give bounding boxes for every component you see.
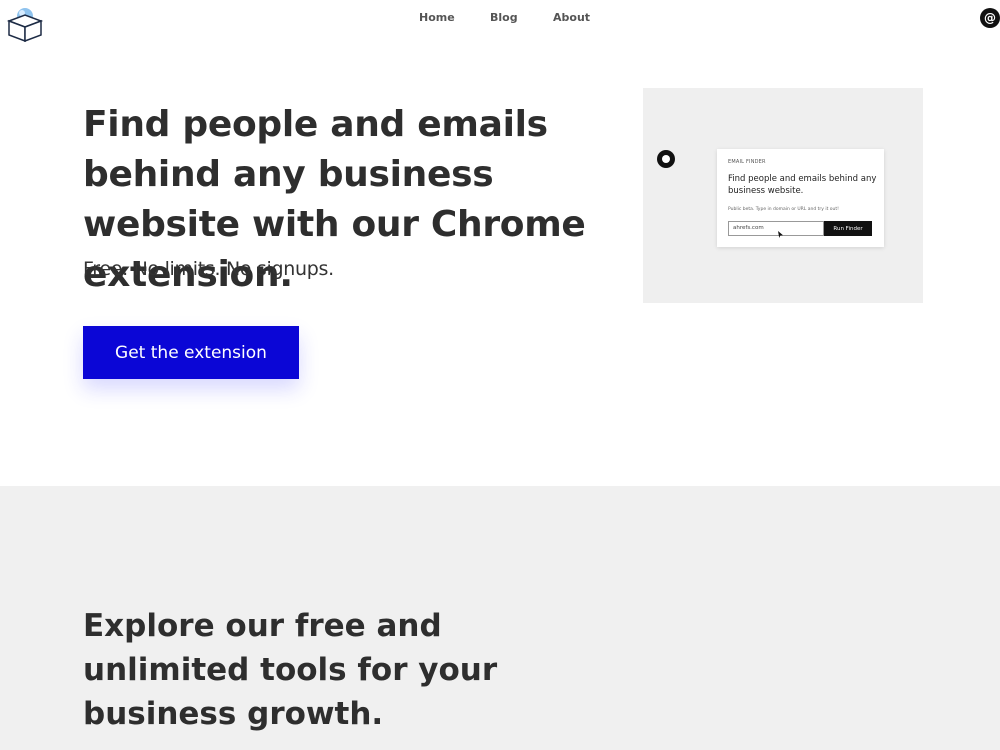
nav-home-link[interactable]: Home xyxy=(419,11,455,24)
demo-card-hint: Public beta. Type in domain or URL and t… xyxy=(728,207,839,212)
get-extension-button[interactable]: Get the extension xyxy=(83,326,299,379)
demo-card-label: EMAIL FINDER xyxy=(728,159,766,165)
nav-blog-link[interactable]: Blog xyxy=(490,11,518,24)
demo-domain-input: ahrefs.com xyxy=(728,221,824,236)
at-sign-icon[interactable]: @ xyxy=(980,8,1000,28)
tools-section-title: Explore our free and unlimited tools for… xyxy=(83,608,498,732)
email-finder-card: EMAIL FINDER Find people and emails behi… xyxy=(717,149,884,247)
hero-subtitle: Free. No limits. No signups. xyxy=(83,258,334,280)
open-box-logo-icon[interactable] xyxy=(6,4,44,43)
chrome-extension-icon xyxy=(657,150,675,168)
demo-card-title: Find people and emails behind any busine… xyxy=(728,174,877,196)
header: Home Blog About @ xyxy=(0,0,1000,43)
nav-about-link[interactable]: About xyxy=(553,11,590,24)
demo-run-finder-button: Run Finder xyxy=(824,221,872,236)
extension-demo-preview: EMAIL FINDER Find people and emails behi… xyxy=(643,88,923,303)
